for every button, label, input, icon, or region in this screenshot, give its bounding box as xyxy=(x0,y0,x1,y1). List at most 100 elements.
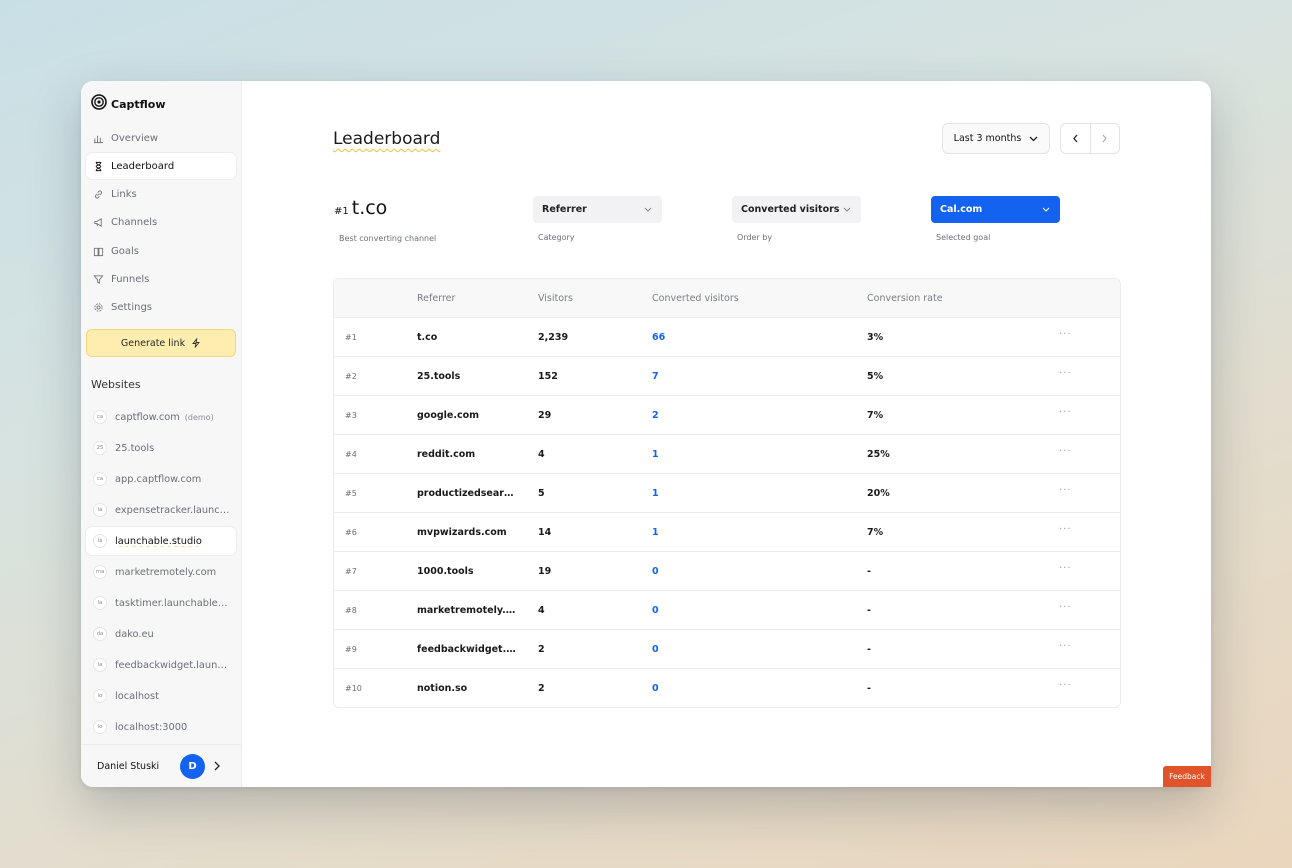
table-row[interactable]: #2 25.tools 152 7 5% ··· xyxy=(334,357,1120,396)
site-badge: lo xyxy=(93,689,107,703)
website-item[interactable]: lo localhost xyxy=(86,682,236,710)
nav-item-leaderboard[interactable]: Leaderboard xyxy=(86,153,236,180)
best-rank: #1 xyxy=(334,206,349,217)
website-item[interactable]: 25 25.tools xyxy=(86,434,236,462)
website-item[interactable]: la tasktimer.launchable.st… xyxy=(86,589,236,617)
table-row[interactable]: #5 productizedsearch.… 5 1 20% ··· xyxy=(334,474,1120,513)
more-options-icon[interactable]: ··· xyxy=(1059,602,1072,613)
website-item[interactable]: ma marketremotely.com xyxy=(86,558,236,586)
row-rate: 7% xyxy=(867,527,884,538)
row-converted[interactable]: 1 xyxy=(652,488,659,499)
more-options-icon[interactable]: ··· xyxy=(1059,407,1072,418)
website-item-active[interactable]: la launchable.studio xyxy=(86,527,236,555)
row-referrer: 25.tools xyxy=(417,371,461,382)
nav-item-links[interactable]: Links xyxy=(86,182,236,208)
nav-item-channels[interactable]: Channels xyxy=(86,210,236,236)
date-pager xyxy=(1060,123,1120,154)
row-visitors: 2,239 xyxy=(538,332,569,343)
site-name: marketremotely.com xyxy=(115,566,217,578)
site-badge: lo xyxy=(93,720,107,734)
avatar[interactable]: D xyxy=(180,753,205,779)
table-row[interactable]: #9 feedbackwidget.lau… 2 0 - ··· xyxy=(334,630,1120,669)
nav-item-funnels[interactable]: Funnels xyxy=(86,266,236,292)
table-row[interactable]: #1 t.co 2,239 66 3% ··· xyxy=(334,318,1120,357)
header-visitors[interactable]: Visitors xyxy=(538,293,573,304)
more-options-icon[interactable]: ··· xyxy=(1059,368,1072,379)
header-rate[interactable]: Conversion rate xyxy=(867,293,943,304)
captflow-logo-icon xyxy=(91,94,107,114)
more-options-icon[interactable]: ··· xyxy=(1059,641,1072,652)
table-row[interactable]: #4 reddit.com 4 1 25% ··· xyxy=(334,435,1120,474)
row-rate: - xyxy=(867,605,871,616)
nav-item-overview[interactable]: Overview xyxy=(86,125,236,151)
website-item[interactable]: la expensetracker.launch… xyxy=(86,496,236,524)
feedback-button[interactable]: Feedback xyxy=(1163,766,1211,787)
chevron-right-icon[interactable] xyxy=(213,761,221,771)
nav-item-goals[interactable]: Goals xyxy=(86,238,236,264)
row-converted[interactable]: 66 xyxy=(652,332,665,343)
more-options-icon[interactable]: ··· xyxy=(1059,524,1072,535)
table-row[interactable]: #6 mvpwizards.com 14 1 7% ··· xyxy=(334,513,1120,552)
website-item[interactable]: da dako.eu xyxy=(86,620,236,648)
leaderboard-table: Referrer Visitors Converted visitors Con… xyxy=(333,278,1121,708)
more-options-icon[interactable]: ··· xyxy=(1059,680,1072,691)
row-rank: #7 xyxy=(345,567,357,576)
generate-link-button[interactable]: Generate link xyxy=(86,329,236,357)
row-rank: #10 xyxy=(345,684,362,693)
site-name: launchable.studio xyxy=(115,535,202,547)
category-caption: Category xyxy=(538,233,575,242)
row-visitors: 19 xyxy=(538,566,552,577)
table-body: #1 t.co 2,239 66 3% ··· #2 25.tools 152 7 5% ··· #3 g… xyxy=(334,318,1120,707)
user-menu[interactable]: Daniel Stuski D xyxy=(81,744,242,787)
app-window: Captflow Overview Leaderboard Links Chan… xyxy=(81,81,1211,787)
nav-item-settings[interactable]: Settings xyxy=(86,295,236,321)
order-by-select[interactable]: Converted visitors xyxy=(732,196,861,223)
row-rate: - xyxy=(867,683,871,694)
website-item[interactable]: ca app.captflow.com xyxy=(86,465,236,493)
row-converted[interactable]: 0 xyxy=(652,605,659,616)
goal-select[interactable]: Cal.com xyxy=(931,196,1060,223)
category-select[interactable]: Referrer xyxy=(533,196,662,223)
website-item[interactable]: lo localhost:3000 xyxy=(86,713,236,741)
gear-icon xyxy=(94,303,103,312)
hourglass-icon xyxy=(95,161,102,171)
header-referrer[interactable]: Referrer xyxy=(417,293,455,304)
date-range-dropdown[interactable]: Last 3 months xyxy=(942,123,1050,154)
row-converted[interactable]: 1 xyxy=(652,527,659,538)
site-badge: la xyxy=(93,658,107,672)
row-converted[interactable]: 0 xyxy=(652,644,659,655)
website-item[interactable]: ca captflow.com (demo) xyxy=(86,403,236,431)
nav-label: Settings xyxy=(111,302,153,314)
table-row[interactable]: #3 google.com 29 2 7% ··· xyxy=(334,396,1120,435)
main-nav: Overview Leaderboard Links Channels Goal… xyxy=(86,125,236,323)
more-options-icon[interactable]: ··· xyxy=(1059,563,1072,574)
row-converted[interactable]: 1 xyxy=(652,449,659,460)
table-row[interactable]: #8 marketremotely.com 4 0 - ··· xyxy=(334,591,1120,630)
next-period-button[interactable] xyxy=(1091,124,1120,153)
nav-label: Leaderboard xyxy=(111,160,175,172)
row-converted[interactable]: 2 xyxy=(652,410,659,421)
more-options-icon[interactable]: ··· xyxy=(1059,329,1072,340)
best-channel-name: t.co xyxy=(351,197,388,219)
brand[interactable]: Captflow xyxy=(91,94,166,114)
more-options-icon[interactable]: ··· xyxy=(1059,446,1072,457)
row-converted[interactable]: 7 xyxy=(652,371,659,382)
site-badge: la xyxy=(93,534,107,548)
row-rank: #8 xyxy=(345,606,357,615)
row-referrer: 1000.tools xyxy=(417,566,474,577)
goal-caption: Selected goal xyxy=(936,233,991,242)
header-converted[interactable]: Converted visitors xyxy=(652,293,739,304)
date-range-label: Last 3 months xyxy=(953,133,1022,144)
previous-period-button[interactable] xyxy=(1061,124,1091,153)
website-item[interactable]: la feedbackwidget.launch… xyxy=(86,651,236,679)
nav-label: Links xyxy=(111,189,137,201)
row-rank: #5 xyxy=(345,489,357,498)
sidebar: Captflow Overview Leaderboard Links Chan… xyxy=(81,81,242,787)
table-row[interactable]: #10 notion.so 2 0 - ··· xyxy=(334,669,1120,707)
goal-value: Cal.com xyxy=(940,204,983,215)
row-converted[interactable]: 0 xyxy=(652,566,659,577)
row-converted[interactable]: 0 xyxy=(652,683,659,694)
more-options-icon[interactable]: ··· xyxy=(1059,485,1072,496)
table-row[interactable]: #7 1000.tools 19 0 - ··· xyxy=(334,552,1120,591)
user-name: Daniel Stuski xyxy=(97,760,160,772)
